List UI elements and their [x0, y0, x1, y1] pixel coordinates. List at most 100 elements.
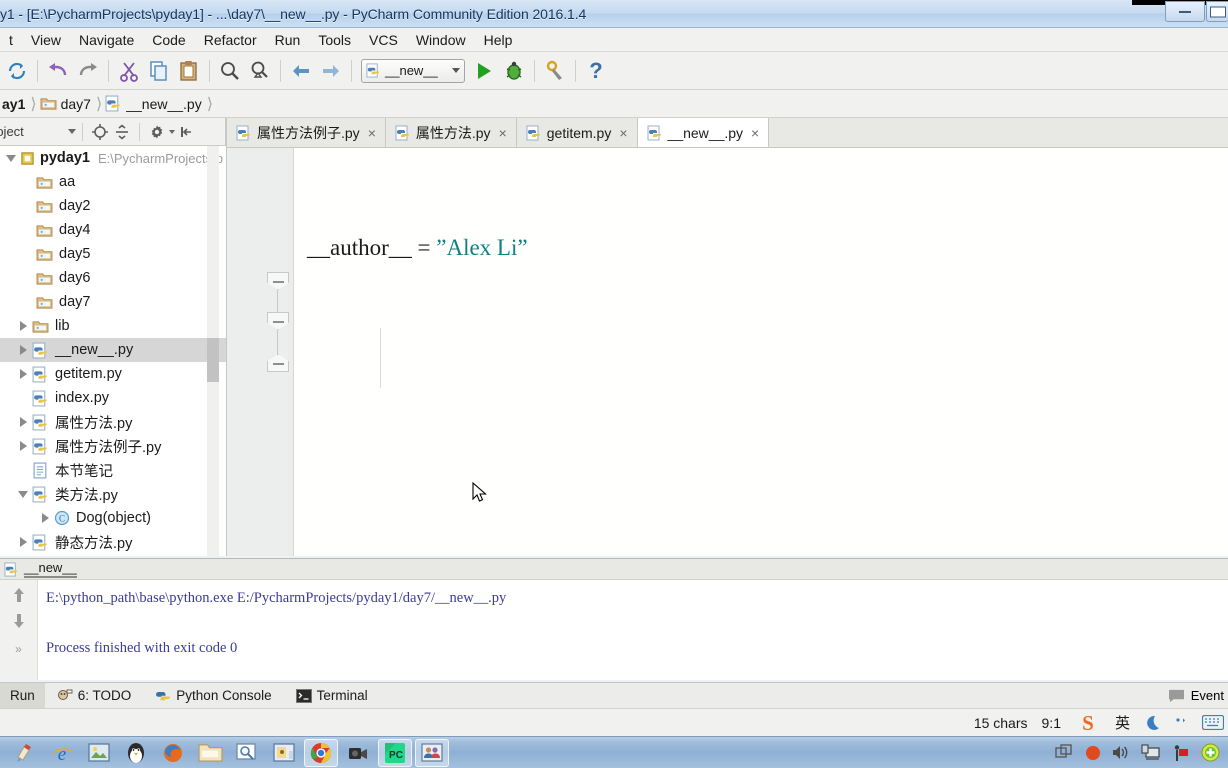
menu-item-run[interactable]: Run	[266, 30, 310, 50]
contacts-icon[interactable]	[415, 738, 449, 767]
menu-item-help[interactable]: Help	[475, 30, 522, 50]
breadcrumb-item-project[interactable]: ay1	[0, 96, 29, 112]
tree-twisty[interactable]	[14, 321, 32, 331]
code-line-3[interactable]	[227, 468, 1228, 508]
tree-twisty[interactable]	[14, 369, 32, 379]
minimize-button[interactable]	[1165, 1, 1205, 22]
project-tree-scrollbar[interactable]	[207, 146, 219, 556]
tree-row-aa[interactable]: aa	[0, 170, 226, 194]
tree-row-day2[interactable]: day2	[0, 194, 226, 218]
tree-twisty[interactable]	[14, 537, 32, 547]
picture-viewer-icon[interactable]	[82, 739, 116, 767]
firefox-icon[interactable]	[156, 739, 190, 767]
breadcrumb-item-file[interactable]: __new__.py	[103, 95, 206, 112]
security-icon[interactable]	[267, 739, 301, 767]
update-icon[interactable]	[1201, 743, 1220, 762]
tree-row-day5[interactable]: day5	[0, 242, 226, 266]
network-icon[interactable]	[1141, 744, 1161, 761]
menu-item-navigate[interactable]: Navigate	[70, 30, 143, 50]
tree-twisty[interactable]	[14, 345, 32, 355]
tree-row-new-py[interactable]: __new__.py	[0, 338, 226, 362]
chevron-down-icon[interactable]	[67, 129, 76, 134]
tree-row-benjiebiji[interactable]: 本节笔记	[0, 458, 226, 482]
tree-twisty[interactable]	[14, 441, 32, 451]
editor-tab-getitem[interactable]: getitem.py ×	[516, 118, 638, 147]
show-desktop-icon[interactable]	[1055, 743, 1075, 762]
breadcrumb-item-day7[interactable]: day7	[38, 96, 95, 112]
tree-row-pyday1[interactable]: pyday1 E:\PycharmProjects\p	[0, 146, 226, 170]
chevron-down-icon[interactable]	[452, 68, 460, 73]
editor-tab-shuxingfangfalizi[interactable]: 属性方法例子.py ×	[227, 118, 386, 147]
ime-language-label[interactable]: 英	[1115, 712, 1130, 733]
run-console[interactable]: » E:\python_path\base\python.exe E:/Pych…	[0, 580, 1228, 680]
tree-twisty[interactable]	[2, 154, 20, 162]
menu-item-view[interactable]: View	[22, 30, 70, 50]
settings-gear-icon[interactable]	[146, 121, 168, 143]
qq-icon[interactable]	[119, 739, 153, 767]
help-icon[interactable]: ?	[581, 56, 611, 86]
flag-icon[interactable]	[1171, 744, 1191, 762]
menu-item-vcs[interactable]: VCS	[360, 30, 407, 50]
copy-icon[interactable]	[144, 56, 174, 86]
back-icon[interactable]	[286, 56, 316, 86]
tree-row-day7[interactable]: day7	[0, 290, 226, 314]
tree-row-jingtaifangfa-py[interactable]: 静态方法.py	[0, 530, 226, 554]
chrome-icon[interactable]	[304, 738, 338, 767]
soft-wrap-icon[interactable]: »	[15, 642, 22, 656]
menu-item-refactor[interactable]: Refactor	[195, 30, 266, 50]
tree-row-day6[interactable]: day6	[0, 266, 226, 290]
scroll-down-icon[interactable]	[11, 612, 27, 630]
folder-icon[interactable]	[193, 739, 227, 767]
tree-row-leifangfa-py[interactable]: 类方法.py	[0, 482, 226, 506]
camera-icon[interactable]	[341, 739, 375, 767]
close-icon[interactable]: ×	[751, 125, 759, 141]
status-caret-position[interactable]: 9:1	[1042, 715, 1061, 731]
ime-moon-icon[interactable]	[1144, 715, 1160, 731]
locate-icon[interactable]	[89, 121, 111, 143]
close-icon[interactable]: ×	[619, 125, 627, 141]
ime-keyboard-icon[interactable]	[1202, 715, 1224, 730]
volume-icon[interactable]	[1111, 744, 1131, 761]
tree-row-shuxingfangfalizi-py[interactable]: 属性方法例子.py	[0, 434, 226, 458]
paste-icon[interactable]	[174, 56, 204, 86]
console-tab-label[interactable]: __new__	[24, 560, 77, 578]
code-line-1[interactable]: __author__ = ”Alex Li”	[227, 228, 1228, 268]
close-icon[interactable]: ×	[499, 125, 507, 141]
run-icon[interactable]	[469, 56, 499, 86]
coverage-icon[interactable]	[540, 56, 570, 86]
find-icon[interactable]	[215, 56, 245, 86]
collapse-all-icon[interactable]	[111, 121, 133, 143]
tree-twisty[interactable]	[14, 490, 32, 498]
editor-tab-new-py[interactable]: __new__.py ×	[637, 118, 770, 147]
debug-icon[interactable]	[499, 56, 529, 86]
record-icon[interactable]	[1085, 745, 1101, 761]
scrollbar-thumb[interactable]	[207, 338, 219, 382]
tool-window-terminal[interactable]: Terminal	[284, 688, 380, 703]
project-tree[interactable]: pyday1 E:\PycharmProjects\p aa day2 day4…	[0, 146, 226, 556]
pycharm-icon[interactable]: PC	[378, 738, 412, 767]
menu-item-file[interactable]: t	[0, 30, 22, 50]
menu-item-window[interactable]: Window	[407, 30, 475, 50]
restore-button[interactable]	[1206, 1, 1228, 22]
sogou-ime-icon[interactable]: S	[1075, 710, 1101, 736]
forward-icon[interactable]	[316, 56, 346, 86]
sync-icon[interactable]	[2, 56, 32, 86]
code-line-2[interactable]	[227, 348, 1228, 388]
scroll-up-icon[interactable]	[11, 586, 27, 604]
code-editor[interactable]: __author__ = ”Alex Li” class Foo(object)…	[227, 148, 1228, 556]
tree-row-dog-class[interactable]: C Dog(object)	[0, 506, 226, 530]
run-configuration-selector[interactable]: __new__	[361, 58, 465, 83]
ime-punctuation-icon[interactable]	[1174, 715, 1188, 731]
tree-row-lib[interactable]: lib	[0, 314, 226, 338]
tool-window-event-log-label[interactable]: Event	[1191, 688, 1224, 703]
search-icon[interactable]	[230, 739, 264, 767]
tree-twisty[interactable]	[36, 513, 54, 523]
tool-window-todo[interactable]: 6: TODO	[45, 688, 144, 703]
paint-icon[interactable]	[8, 739, 42, 767]
redo-icon[interactable]	[73, 56, 103, 86]
tree-row-getitem-py[interactable]: getitem.py	[0, 362, 226, 386]
tree-row-index-py[interactable]: index.py	[0, 386, 226, 410]
undo-icon[interactable]	[43, 56, 73, 86]
editor-tab-shuxingfangfa[interactable]: 属性方法.py ×	[385, 118, 517, 147]
tool-window-python-console[interactable]: Python Console	[143, 688, 283, 704]
